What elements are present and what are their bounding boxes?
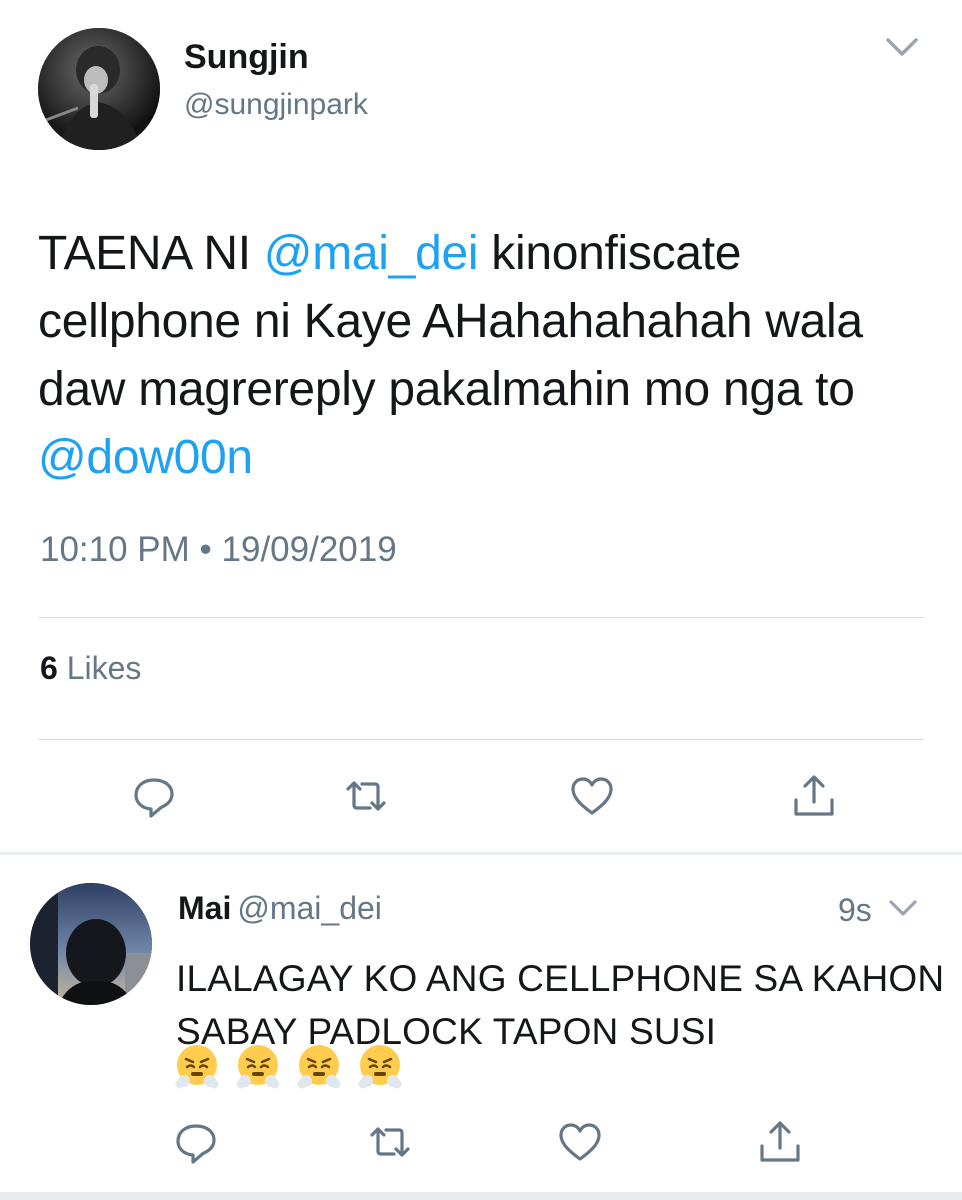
likes-label: Likes bbox=[66, 650, 142, 686]
face-with-steam-from-nose-icon bbox=[357, 1043, 403, 1089]
share-icon bbox=[794, 775, 834, 816]
avatar-sungjin[interactable] bbox=[38, 28, 160, 150]
likes-count[interactable]: 6 Likes bbox=[40, 650, 141, 687]
tweet-timestamp[interactable]: 10:10 PM • 19/09/2019 bbox=[40, 530, 397, 570]
retweet-icon bbox=[370, 1127, 410, 1157]
tweet-text-part: TAENA NI bbox=[38, 227, 264, 280]
like-button[interactable] bbox=[556, 1118, 604, 1166]
reply-icon bbox=[176, 1124, 216, 1164]
share-icon bbox=[760, 1121, 800, 1162]
mention-link[interactable]: @mai_dei bbox=[264, 227, 479, 280]
chevron-down-icon[interactable] bbox=[884, 34, 920, 62]
divider bbox=[38, 617, 924, 618]
avatar-mai[interactable] bbox=[30, 883, 152, 1005]
reply-header: Mai @mai_dei bbox=[178, 890, 382, 927]
bottom-divider bbox=[0, 1192, 962, 1200]
chevron-down-icon[interactable] bbox=[888, 897, 918, 921]
share-button[interactable] bbox=[790, 772, 838, 820]
retweet-button[interactable] bbox=[366, 1118, 414, 1166]
retweet-icon bbox=[346, 781, 386, 811]
likes-number: 6 bbox=[40, 650, 58, 686]
display-name[interactable]: Mai bbox=[178, 890, 231, 926]
heart-icon bbox=[571, 777, 613, 815]
section-divider bbox=[0, 852, 962, 855]
reply-button[interactable] bbox=[172, 1118, 220, 1166]
emoji-row bbox=[174, 1043, 418, 1091]
share-button[interactable] bbox=[756, 1118, 804, 1166]
heart-icon bbox=[559, 1123, 601, 1161]
user-handle[interactable]: @mai_dei bbox=[237, 890, 382, 926]
face-with-steam-from-nose-icon bbox=[174, 1043, 220, 1089]
face-with-steam-from-nose-icon bbox=[235, 1043, 281, 1089]
reply-icon bbox=[134, 778, 174, 818]
user-handle[interactable]: @sungjinpark bbox=[184, 88, 368, 122]
reply-button[interactable] bbox=[130, 772, 178, 820]
face-with-steam-from-nose-icon bbox=[296, 1043, 342, 1089]
retweet-button[interactable] bbox=[342, 772, 390, 820]
tweet-text: TAENA NI @mai_dei kinonfiscate cellphone… bbox=[38, 220, 938, 492]
mention-link[interactable]: @dow00n bbox=[38, 431, 253, 484]
divider bbox=[38, 739, 924, 740]
reply-time[interactable]: 9s bbox=[838, 892, 872, 929]
like-button[interactable] bbox=[568, 772, 616, 820]
display-name[interactable]: Sungjin bbox=[184, 38, 309, 77]
